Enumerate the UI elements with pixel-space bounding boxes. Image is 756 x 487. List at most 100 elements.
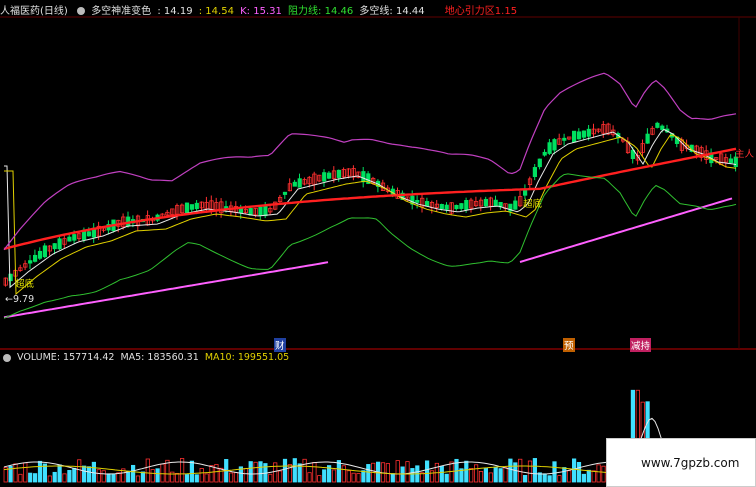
volume-bar [194, 474, 199, 483]
volume-bar [126, 470, 131, 483]
volume-ma5: MA5: 183560.31 [120, 352, 199, 363]
candle-body [194, 202, 199, 210]
volume-bar [410, 468, 415, 483]
volume-bar [424, 460, 430, 483]
volume-bar [67, 470, 72, 483]
candle-body [728, 158, 734, 164]
volume-bar [37, 460, 43, 483]
candle-body [645, 133, 650, 144]
volume-bar [439, 465, 444, 483]
candle-body [361, 171, 366, 183]
candle-body [660, 125, 665, 130]
candle-body [57, 238, 62, 250]
candle-body [258, 206, 263, 216]
watermark-box: www.7gpzb.com [606, 438, 756, 487]
volume-bar [184, 474, 190, 483]
volume-bar [155, 468, 160, 483]
volume-bar [258, 461, 263, 483]
candle-body [52, 243, 57, 250]
volume-bar [292, 458, 297, 483]
volume-bar [82, 465, 87, 483]
longshort-value: 多空线: 14.44 [359, 6, 425, 17]
indicator-name[interactable]: 多空神准变色 [91, 6, 151, 17]
candle-body [547, 142, 552, 154]
volume-bar [464, 460, 469, 483]
volume-bar [444, 473, 449, 483]
volume-bar [483, 467, 489, 483]
candle-body [322, 172, 327, 182]
volume-bar [508, 458, 513, 483]
volume-bar [33, 473, 38, 483]
candle-body [513, 200, 518, 210]
candle-body [33, 254, 38, 262]
gravity-zone-value: 地心引力区1.15 [444, 6, 518, 17]
chart-header: 人福医药(日线) 多空神准变色 : 14.19 : 14.54 K: 15.31… [0, 2, 520, 18]
stock-title[interactable]: 人福医药(日线) [0, 6, 68, 17]
volume-bar [361, 470, 366, 483]
volume-bar [57, 464, 62, 483]
volume-bar [366, 464, 371, 483]
candle-body [292, 181, 297, 187]
volume-bar [547, 475, 552, 483]
candle-body [444, 204, 449, 210]
candle-body [581, 130, 587, 138]
indicator-value-1: : 14.19 [157, 6, 193, 17]
marker-yu[interactable]: 预 [563, 338, 575, 352]
candle-body [537, 158, 542, 168]
candle-body [454, 204, 459, 210]
volume-value: VOLUME: 157714.42 [17, 352, 115, 363]
volume-bar [86, 466, 92, 483]
volume-bar [140, 471, 145, 483]
volume-bar [390, 473, 395, 483]
buy-signal-2: 超底 [523, 199, 543, 210]
volume-bar [106, 473, 111, 483]
candle-body [576, 131, 582, 140]
volume-bar [498, 468, 503, 483]
volume-settings-icon[interactable] [3, 353, 11, 362]
volume-bar [532, 458, 538, 483]
indicator-value-2: : 14.54 [198, 6, 234, 17]
volume-bar [322, 469, 327, 483]
candle-body [562, 137, 567, 141]
candle-body [532, 167, 538, 178]
volume-bar [523, 474, 528, 483]
candle-body [586, 128, 591, 137]
k-value: K: 15.31 [240, 6, 282, 17]
candle-body [28, 260, 33, 264]
candle-body [483, 198, 489, 207]
volume-bar [282, 458, 288, 483]
candle-body [336, 169, 342, 178]
volume-bar [586, 469, 591, 483]
indicator-settings-icon[interactable] [77, 7, 85, 15]
volume-bar [562, 467, 567, 483]
candle-body [572, 130, 577, 143]
candle-body [282, 191, 288, 195]
volume-bar [493, 466, 498, 483]
candle-body [189, 204, 194, 210]
volume-bar [111, 473, 116, 483]
candle-body [86, 231, 92, 237]
volume-bar [542, 473, 547, 483]
candle-body [439, 204, 444, 210]
candle-body [37, 250, 43, 259]
candle-body [67, 236, 72, 242]
kline-chart[interactable] [0, 0, 756, 487]
candle-body [184, 202, 190, 214]
candle-body [655, 122, 660, 128]
marker-cai[interactable]: 财 [274, 338, 286, 352]
candle-body [297, 178, 302, 188]
volume-bar [91, 461, 96, 483]
volume-bar [581, 473, 587, 483]
candle-body [523, 189, 528, 196]
low-price-label: ←9.79 [5, 294, 35, 305]
marker-jianchi[interactable]: 减持 [630, 338, 652, 352]
volume-header: VOLUME: 157714.42 MA5: 183560.31 MA10: 1… [0, 352, 292, 366]
volume-bar [189, 460, 194, 483]
volume-bar [52, 471, 57, 483]
volume-bar [572, 458, 577, 483]
volume-bar [28, 472, 33, 483]
candle-body [542, 151, 547, 156]
candle-body [42, 245, 48, 258]
marker-zhuli: 主人 [735, 149, 755, 160]
volume-bar [130, 464, 136, 483]
